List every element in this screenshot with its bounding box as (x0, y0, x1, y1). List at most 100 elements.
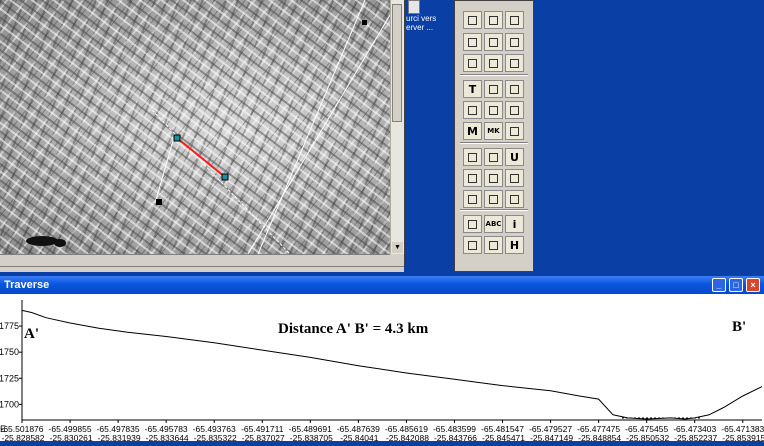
x-tick-label-lat: -25.835322 (194, 433, 237, 441)
traverse-extent-line (151, 109, 291, 254)
map-window: ▼ (0, 0, 405, 272)
x-tick-label-lat: -25.847149 (530, 433, 573, 441)
close-icon[interactable]: × (746, 278, 760, 292)
tool-separator (460, 142, 528, 144)
map-status-bar (0, 266, 404, 272)
tool-separator (460, 209, 528, 211)
zoom-in-icon[interactable] (463, 54, 482, 72)
tool-row: M MK (463, 122, 524, 140)
traverse-line[interactable] (176, 137, 226, 178)
elevation-profile: 1700 1725 1750 1775 E -65.501876 -25.828582 -65… (0, 294, 764, 443)
y-tick-label: 1750 (0, 347, 19, 357)
point-tool-icon[interactable] (505, 101, 524, 119)
zoom-fit-icon[interactable] (505, 54, 524, 72)
rectangle-tool-icon[interactable] (484, 80, 503, 98)
profile-wave-icon[interactable] (463, 236, 482, 254)
x-tick-label-lat: -25.852237 (674, 433, 717, 441)
lake-shape (54, 239, 66, 247)
x-tick-label-lat: -25.843766 (434, 433, 477, 441)
cut-icon[interactable] (463, 148, 482, 166)
desktop-shortcut-label-line1: urci vers (406, 14, 437, 23)
x-tick-label-lat: -25.833644 (146, 433, 189, 441)
open-icon[interactable] (463, 11, 482, 29)
document-icon (408, 0, 420, 14)
traverse-extent-line (154, 133, 176, 204)
y-tick-label: 1725 (0, 373, 19, 383)
info-icon[interactable]: i (505, 215, 524, 233)
x-tick-label-lat: -25.830261 (50, 433, 93, 441)
x-tick-label-lat: -25.831939 (98, 433, 141, 441)
tool-row (463, 54, 524, 72)
desktop-shortcut-label-line2: erver ... (406, 23, 434, 32)
expand-icon[interactable] (484, 169, 503, 187)
traverse-title-bar[interactable]: Traverse _ □ × (0, 276, 764, 294)
save-as-icon[interactable] (505, 11, 524, 29)
tool-separator (460, 74, 528, 76)
underline-icon[interactable]: U (505, 148, 524, 166)
x-tick-label-lat: -25.842088 (386, 433, 429, 441)
y-tick-label: 1775 (0, 321, 19, 331)
scroll-down-icon[interactable]: ▼ (392, 242, 403, 253)
scrollbar-thumb[interactable] (392, 4, 402, 122)
point-a-label: A' (24, 326, 39, 342)
lake-shape (26, 236, 58, 246)
polyline-tool-icon[interactable] (484, 101, 503, 119)
maximize-icon[interactable]: □ (729, 278, 743, 292)
move-icon[interactable] (463, 190, 482, 208)
y-tick-label: 1700 (0, 399, 19, 409)
shrink-icon[interactable] (463, 169, 482, 187)
overlay-icon[interactable] (484, 190, 503, 208)
x-tick-label-lat: -25.848854 (578, 433, 621, 441)
x-tick-label-lat: -25.845471 (482, 433, 525, 441)
map-vertical-scrollbar[interactable]: ▼ (390, 0, 404, 254)
scissors-icon[interactable] (484, 148, 503, 166)
tool-row (463, 190, 524, 208)
traverse-window: Traverse _ □ × 1700 1725 1750 1775 E -65.5018… (0, 276, 764, 443)
x-tick-label-lat: -25.84041 (340, 433, 379, 441)
minimize-icon[interactable]: _ (712, 278, 726, 292)
tool-row: H (463, 236, 524, 254)
layer-icon[interactable] (505, 190, 524, 208)
tool-row: U (463, 148, 524, 166)
copy-icon[interactable] (505, 169, 524, 187)
shaded-relief-map[interactable] (0, 0, 390, 254)
save-icon[interactable] (484, 11, 503, 29)
text-tool-icon[interactable]: T (463, 80, 482, 98)
hand-pan-icon[interactable] (463, 33, 482, 51)
x-tick-label-lat: -25.837027 (242, 433, 285, 441)
x-tick-label-lat: -25.828582 (1, 433, 44, 441)
traverse-handle-b[interactable] (221, 173, 229, 181)
map-overlay (26, 0, 390, 254)
x-tick-label-lat: -25.853915 (722, 433, 764, 441)
select-arrow-icon[interactable] (484, 33, 503, 51)
slope-icon[interactable] (484, 236, 503, 254)
extent-handle[interactable] (156, 199, 162, 205)
profile-chart: 1700172517501775E-65.501876-25.828582-65… (0, 300, 764, 443)
select-region-icon[interactable] (505, 33, 524, 51)
tool-row (463, 33, 524, 51)
tool-palette: T M MK U ABC i H (454, 0, 534, 272)
ellipse-tool-icon[interactable] (505, 80, 524, 98)
tool-row: ABC i (463, 215, 524, 233)
map-marker-m-icon[interactable]: M (463, 122, 482, 140)
select-box-icon[interactable] (463, 215, 482, 233)
point-b-box: B' (682, 316, 760, 338)
desktop-shortcut[interactable]: urci vers erver ... (406, 0, 448, 40)
tool-row (463, 169, 524, 187)
traverse-handle-a[interactable] (173, 134, 181, 142)
polygon-tool-icon[interactable] (463, 101, 482, 119)
x-tick-label-lat: -25.850532 (626, 433, 669, 441)
x-tick-label-lat: -25.838705 (290, 433, 333, 441)
extent-handle[interactable] (362, 20, 367, 25)
map-marker-mk-icon[interactable]: MK (484, 122, 503, 140)
line-tool-icon[interactable] (505, 122, 524, 140)
tool-row (463, 101, 524, 119)
grid-line (247, 14, 390, 254)
tool-row: T (463, 80, 524, 98)
grid-line (257, 0, 366, 254)
height-h-icon[interactable]: H (505, 236, 524, 254)
tool-row (463, 11, 524, 29)
zoom-out-icon[interactable] (484, 54, 503, 72)
label-abc-icon[interactable]: ABC (484, 215, 503, 233)
point-b-label: B' (732, 319, 747, 335)
